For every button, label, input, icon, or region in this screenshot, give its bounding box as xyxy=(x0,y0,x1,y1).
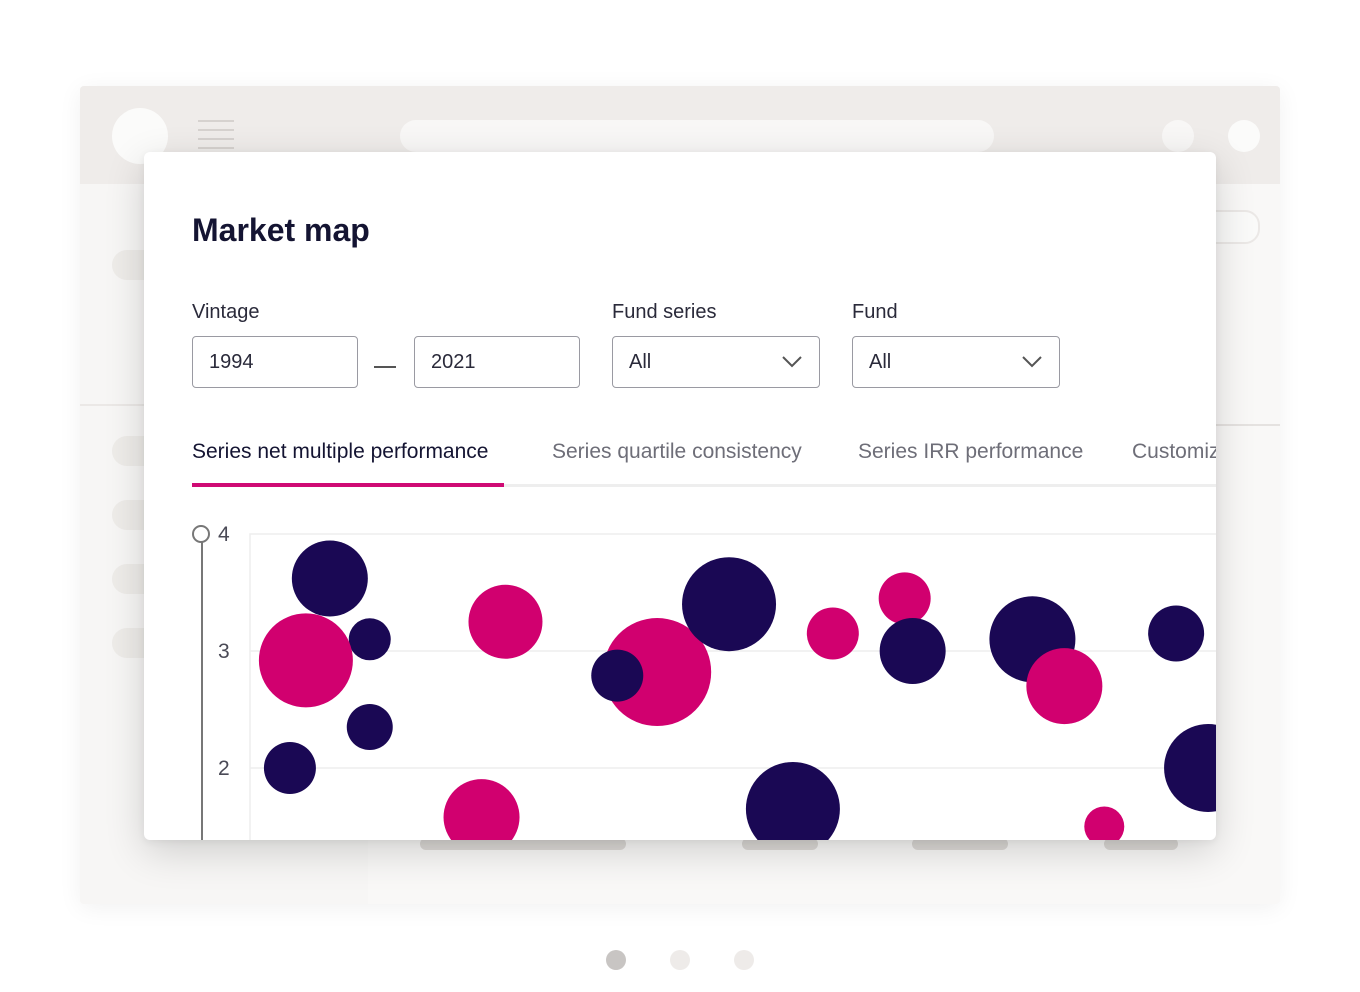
pager-dot-1[interactable] xyxy=(606,950,626,970)
fund-select[interactable]: All xyxy=(852,336,1060,388)
chart-tabs: Series net multiple performance Series q… xyxy=(192,440,1216,488)
toolbar-icon-placeholder xyxy=(1228,120,1260,152)
fund-series-select[interactable]: All xyxy=(612,336,820,388)
bubble-point[interactable] xyxy=(806,607,859,660)
bubble-chart: 4 3 2 xyxy=(192,523,1216,841)
y-tick-labels: 4 3 2 xyxy=(218,523,230,780)
vintage-to-input[interactable] xyxy=(414,336,580,388)
bubble-point[interactable] xyxy=(258,613,353,708)
range-dash xyxy=(374,366,396,368)
active-tab-indicator xyxy=(192,483,504,487)
address-bar-placeholder xyxy=(400,120,994,152)
bubble-point[interactable] xyxy=(291,540,368,617)
pager-dot-2[interactable] xyxy=(670,950,690,970)
bubble-point[interactable] xyxy=(682,557,777,652)
fund-value: All xyxy=(869,350,892,373)
bubble-point[interactable] xyxy=(642,709,657,724)
bubble-point[interactable] xyxy=(346,704,393,751)
bubble-point[interactable] xyxy=(348,618,391,661)
chevron-down-icon xyxy=(1022,356,1042,368)
tab-series-quartile-consistency[interactable]: Series quartile consistency xyxy=(552,440,802,464)
fund-series-value: All xyxy=(629,350,652,373)
tab-series-net-multiple-performance[interactable]: Series net multiple performance xyxy=(192,440,488,464)
market-map-card: Market map Vintage Fund series All Fund … xyxy=(144,152,1216,840)
y-axis-slider-handle[interactable] xyxy=(192,525,210,543)
y-tick-label: 4 xyxy=(218,523,230,546)
bubble-point[interactable] xyxy=(1148,605,1205,662)
pager-dot-3[interactable] xyxy=(734,950,754,970)
y-tick-label: 2 xyxy=(218,757,230,780)
y-tick-label: 3 xyxy=(218,640,230,663)
vintage-label: Vintage xyxy=(192,301,260,323)
bubble-point[interactable] xyxy=(1026,648,1103,725)
chevron-down-icon xyxy=(782,356,802,368)
bubble-point[interactable] xyxy=(879,618,946,684)
bubble-point[interactable] xyxy=(591,649,644,702)
toolbar-icon-placeholder xyxy=(1162,120,1194,152)
fund-series-label: Fund series xyxy=(612,301,717,323)
bubble-series xyxy=(258,540,1216,841)
tab-customize[interactable]: Customiz xyxy=(1132,440,1216,464)
bubble-point[interactable] xyxy=(468,584,543,659)
page-title: Market map xyxy=(192,212,370,248)
bubble-point[interactable] xyxy=(1084,806,1125,841)
bubble-point[interactable] xyxy=(745,761,840,840)
hamburger-menu-icon xyxy=(198,120,234,156)
vintage-from-input[interactable] xyxy=(192,336,358,388)
bubble-point[interactable] xyxy=(878,572,931,625)
bubble-point[interactable] xyxy=(443,779,520,840)
tab-series-irr-performance[interactable]: Series IRR performance xyxy=(858,440,1083,464)
bubble-point[interactable] xyxy=(263,742,316,794)
fund-label: Fund xyxy=(852,301,898,323)
bubble-point[interactable] xyxy=(1164,724,1216,812)
